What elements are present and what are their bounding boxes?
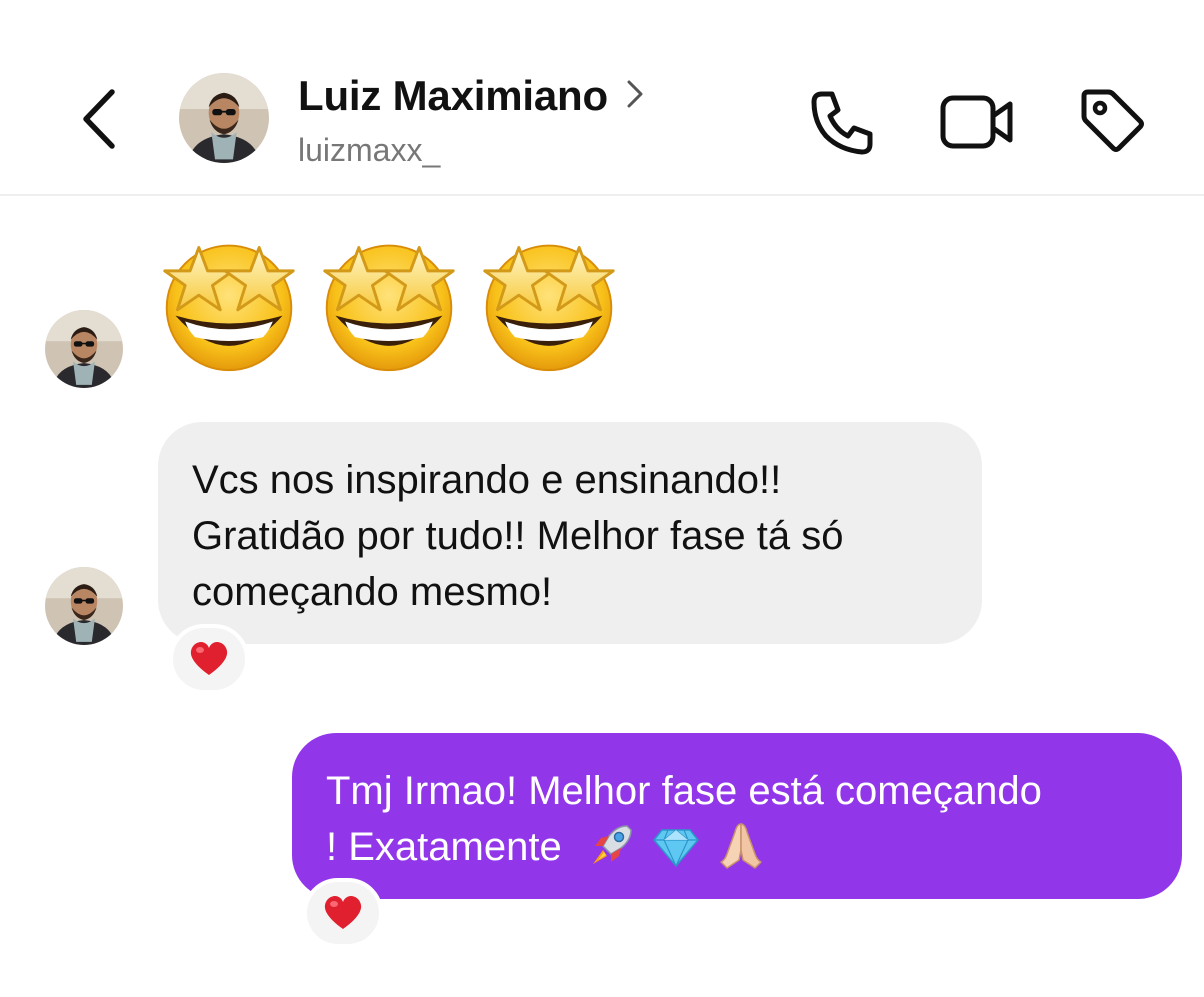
folded-hands-emoji [720,823,762,869]
avatar[interactable] [45,567,123,645]
label-button[interactable] [1076,84,1148,156]
rocket-emoji [592,825,632,864]
chat-screen: Luiz Maximiano luizmaxx_ Vcs nos inspira… [0,0,1204,997]
reaction-badge[interactable] [303,878,383,948]
message-line: Tmj Irmao! Melhor fase está começando [326,769,1042,813]
video-camera-icon [940,95,1013,149]
red-heart-emoji [189,641,229,677]
message-text: Tmj Irmao! Melhor fase está começando ! … [326,763,1148,875]
phone-icon [811,91,873,155]
chat-header: Luiz Maximiano luizmaxx_ [0,0,1204,196]
contact-username: luizmaxx_ [298,132,441,168]
reaction-badge[interactable] [169,624,249,694]
message-line: Gratidão por tudo!! Melhor fase tá só [192,514,844,558]
message-text: Vcs nos inspirando e ensinando!! Gratidã… [192,452,948,620]
message-line: começando mesmo! [192,570,553,614]
message-line: ! Exatamente [326,819,1148,875]
emoji-message[interactable] [156,230,622,376]
incoming-message-bubble[interactable]: Vcs nos inspirando e ensinando!! Gratidã… [158,422,982,644]
call-button[interactable] [806,86,878,158]
back-button[interactable] [72,82,130,152]
red-heart-emoji [323,895,363,931]
chevron-left-icon [83,89,115,149]
star-struck-emoji [476,230,622,376]
outgoing-message-bubble[interactable]: Tmj Irmao! Melhor fase está começando ! … [292,733,1182,899]
avatar[interactable] [45,310,123,388]
gem-emoji [653,829,699,868]
contact-name-link[interactable]: Luiz Maximiano [298,72,648,120]
avatar[interactable] [179,73,269,163]
tag-icon [1081,89,1144,152]
chevron-right-icon [627,80,643,108]
video-call-button[interactable] [938,86,1016,158]
message-line: Vcs nos inspirando e ensinando!! [192,458,782,502]
star-struck-emoji [156,230,302,376]
message-line-text: ! Exatamente [326,825,562,869]
contact-name: Luiz Maximiano [298,72,608,119]
star-struck-emoji [316,230,462,376]
